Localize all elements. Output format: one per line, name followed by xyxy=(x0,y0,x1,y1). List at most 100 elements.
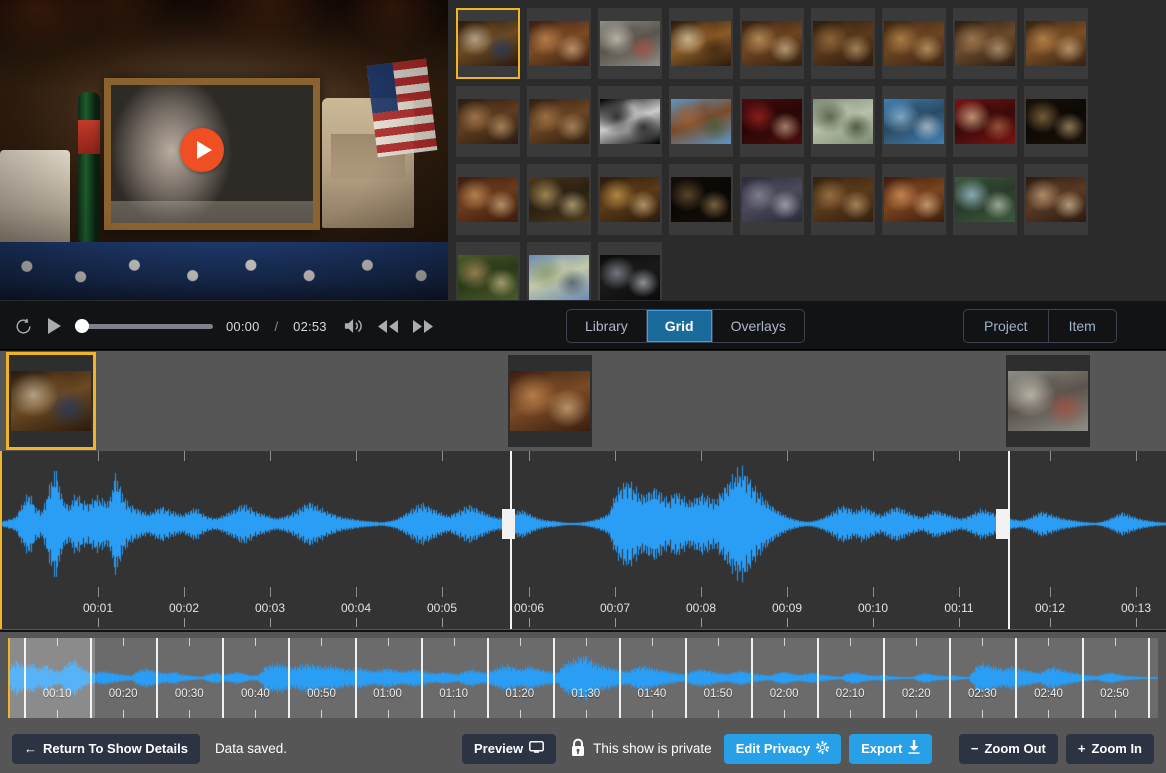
view-tab-group[interactable]: Library Grid Overlays xyxy=(566,309,805,343)
status-message: Data saved. xyxy=(214,741,287,756)
overview-label: 01:40 xyxy=(637,688,667,700)
waveform-detail-view[interactable]: 00:01 00:02 00:03 00:04 00:05 00:06 00:07 00:08… xyxy=(0,451,1166,629)
thumbnail-grid-row xyxy=(456,242,1166,300)
overview-gridline xyxy=(354,638,357,718)
overview-label: 01:00 xyxy=(373,688,402,700)
thumbnail-grid[interactable] xyxy=(448,0,1166,300)
grid-thumbnail-cash-register-closeup[interactable] xyxy=(669,8,733,79)
clip-thumbnail-image xyxy=(510,371,590,431)
playback-progress-slider[interactable] xyxy=(75,319,213,333)
tab-overlays[interactable]: Overlays xyxy=(711,310,804,342)
edit-privacy-button[interactable]: Edit Privacy xyxy=(723,733,842,764)
thumbnail-grid-row xyxy=(456,164,1166,235)
grid-thumbnail-woman-candlelit-portrait[interactable] xyxy=(456,164,520,235)
return-to-show-details-button[interactable]: ← Return To Show Details xyxy=(12,733,200,764)
overview-tick xyxy=(453,710,455,718)
grid-thumbnail-shop-shelf-bottles[interactable] xyxy=(811,8,875,79)
grid-thumbnail-two-people-talking-table[interactable] xyxy=(811,164,875,235)
grid-thumbnail-woman-white-shirt-room[interactable] xyxy=(1024,164,1088,235)
grid-thumbnail-bar-interior-people[interactable] xyxy=(527,8,591,79)
grid-thumbnail-field-silhouette-dusk[interactable] xyxy=(811,86,875,157)
overview-tick xyxy=(1048,638,1050,646)
overview-label: 00:40 xyxy=(240,688,270,700)
ruler-label: 00:07 xyxy=(599,601,631,615)
timeline[interactable]: 00:01 00:02 00:03 00:04 00:05 00:06 00:07 00:08… xyxy=(0,351,1166,630)
grid-thumbnail-blue-porch-house[interactable] xyxy=(953,164,1017,235)
ruler-tick xyxy=(873,618,874,627)
fast-forward-icon[interactable] xyxy=(412,319,434,334)
grid-thumbnail-woman-flowers-sunlit[interactable] xyxy=(527,164,591,235)
waveform-overview-strip[interactable]: 00:10 00:20 00:30 00:40 00:50 01:00 01:10 01:20… xyxy=(0,632,1166,724)
rewind-icon[interactable] xyxy=(377,319,399,334)
export-button[interactable]: Export xyxy=(849,733,933,764)
grid-thumbnail-two-women-dinner-table[interactable] xyxy=(456,86,520,157)
thumbnail-image xyxy=(458,21,518,66)
play-icon[interactable] xyxy=(46,317,62,335)
grid-thumbnail-pie-tray-baked-goods[interactable] xyxy=(882,8,946,79)
overview-label: 02:20 xyxy=(901,688,931,700)
tab-project[interactable]: Project xyxy=(964,310,1048,342)
grid-thumbnail-woman-kitchen-clutter[interactable] xyxy=(527,86,591,157)
grid-thumbnail-porch-woman-chair[interactable] xyxy=(598,8,662,79)
timeline-clip-row[interactable] xyxy=(0,351,1166,451)
waveform-tick xyxy=(1050,451,1051,461)
overview-tick xyxy=(519,710,521,718)
tab-item[interactable]: Item xyxy=(1047,310,1116,342)
zoom-out-button[interactable]: − Zoom Out xyxy=(958,733,1058,764)
overview-waveform-canvas[interactable] xyxy=(10,638,1158,718)
clip-thumb-porch-woman[interactable] xyxy=(1006,355,1090,447)
overview-tick xyxy=(585,638,587,646)
grid-thumbnail-woman-walking-cemetery[interactable] xyxy=(527,242,591,300)
restart-icon[interactable] xyxy=(14,317,33,336)
play-overlay-icon[interactable] xyxy=(180,128,224,172)
overview-tick xyxy=(585,710,587,718)
grid-thumbnail-title-card-black[interactable] xyxy=(598,86,662,157)
clip-trim-handle[interactable] xyxy=(996,509,1009,539)
clip-trim-handle[interactable] xyxy=(502,509,515,539)
overview-selection-window[interactable] xyxy=(10,638,95,718)
video-preview[interactable] xyxy=(0,0,448,300)
volume-icon[interactable] xyxy=(344,317,364,335)
zoom-in-button[interactable]: + Zoom In xyxy=(1065,733,1154,764)
clip-thumb-mantel[interactable] xyxy=(6,352,96,450)
grid-thumbnail-woman-red-armchair[interactable] xyxy=(953,86,1017,157)
thumbnail-image xyxy=(742,177,802,222)
grid-thumbnail-woman-green-field[interactable] xyxy=(456,242,520,300)
tab-grid[interactable]: Grid xyxy=(645,310,712,342)
tab-library[interactable]: Library xyxy=(567,310,646,342)
grid-thumbnail-autumn-cliff-landscape[interactable] xyxy=(669,86,733,157)
grid-thumbnail-dark-room-silhouette[interactable] xyxy=(669,164,733,235)
overview-gridline xyxy=(1081,638,1084,718)
thumbnail-grid-row xyxy=(456,86,1166,157)
grid-thumbnail-blue-sky-building[interactable] xyxy=(882,86,946,157)
ruler-tick xyxy=(442,618,443,627)
grid-thumbnail-dim-room-window[interactable] xyxy=(1024,86,1088,157)
grid-thumbnail-dark-empty-room-window[interactable] xyxy=(598,242,662,300)
slider-knob[interactable] xyxy=(75,319,89,333)
overview-gridline xyxy=(552,638,555,718)
grid-thumbnail-dollhouse-wood-model[interactable] xyxy=(953,8,1017,79)
clip-thumb-bar-interior[interactable] xyxy=(508,355,592,447)
grid-thumbnail-couple-dance-floor[interactable] xyxy=(740,164,804,235)
edit-privacy-label: Edit Privacy xyxy=(735,741,811,756)
playback-control-bar: 00:00 / 02:53 Library Grid Overlays Proj… xyxy=(0,300,1166,350)
gear-icon xyxy=(816,740,830,757)
lock-icon xyxy=(570,738,586,760)
ruler-label: 00:04 xyxy=(340,601,372,615)
grid-thumbnail-mantel-photo-flag[interactable] xyxy=(456,8,520,79)
overview-gridline xyxy=(751,638,754,718)
waveform-canvas[interactable] xyxy=(2,451,1166,597)
scope-tab-group[interactable]: Project Item xyxy=(963,309,1117,343)
overview-inner[interactable]: 00:10 00:20 00:30 00:40 00:50 01:00 01:10 01:20… xyxy=(8,638,1158,718)
overview-tick xyxy=(519,638,521,646)
ruler-tick xyxy=(184,618,185,627)
preview-button[interactable]: Preview xyxy=(461,733,557,764)
grid-thumbnail-hands-crafting-table[interactable] xyxy=(1024,8,1088,79)
thumbnail-image xyxy=(600,255,660,300)
grid-thumbnail-table-lamp-interior[interactable] xyxy=(598,164,662,235)
grid-thumbnail-red-lit-interior-woman[interactable] xyxy=(740,86,804,157)
waveform-tick xyxy=(270,587,271,597)
overview-tick xyxy=(1114,710,1116,718)
grid-thumbnail-woman-man-closeup-warm[interactable] xyxy=(882,164,946,235)
grid-thumbnail-general-store-shelves[interactable] xyxy=(740,8,804,79)
